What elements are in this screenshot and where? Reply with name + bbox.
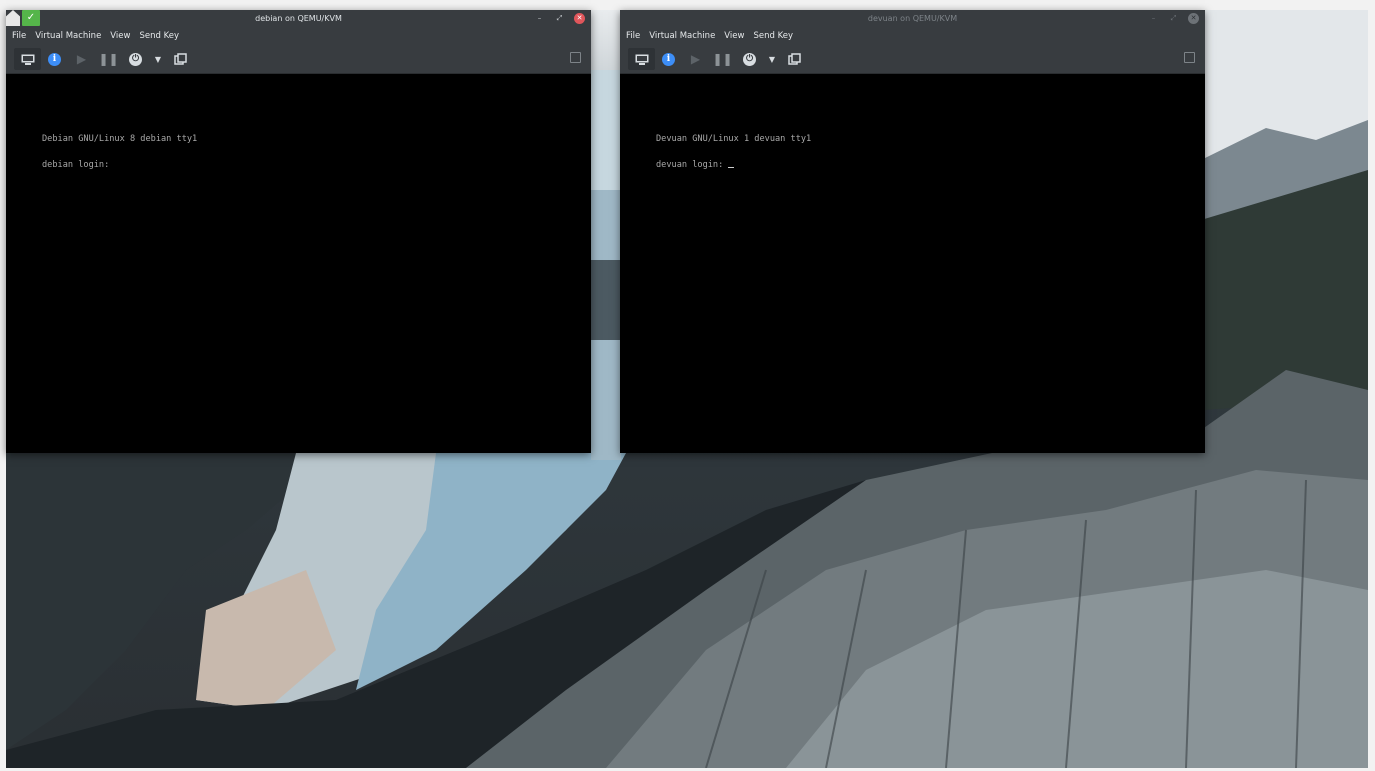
play-icon[interactable]: ▶ xyxy=(68,48,95,70)
console-line: devuan login: xyxy=(656,160,735,170)
play-icon[interactable]: ▶ xyxy=(682,48,709,70)
monitor-icon[interactable] xyxy=(14,48,41,70)
fullscreen-icon[interactable] xyxy=(570,52,581,63)
toolbar: i ▶ ❚❚ ⏻ ▼ xyxy=(620,45,1205,74)
menubar: File Virtual Machine View Send Key xyxy=(620,28,1205,45)
power-icon[interactable]: ⏻ xyxy=(736,48,763,70)
minimize-icon[interactable]: – xyxy=(1148,13,1159,24)
menu-view[interactable]: View xyxy=(724,28,744,45)
menu-send-key[interactable]: Send Key xyxy=(139,28,179,45)
menu-send-key[interactable]: Send Key xyxy=(753,28,793,45)
vm-console[interactable]: Devuan GNU/Linux 1 devuan tty1 devuan lo… xyxy=(620,74,1205,453)
chevron-down-icon[interactable]: ▼ xyxy=(149,48,167,70)
menu-virtual-machine[interactable]: Virtual Machine xyxy=(649,28,715,45)
window-controls: – ⤢ ✕ xyxy=(1148,13,1199,24)
menu-view[interactable]: View xyxy=(110,28,130,45)
close-icon[interactable]: ✕ xyxy=(1188,13,1199,24)
minimize-icon[interactable]: – xyxy=(534,13,545,24)
close-icon[interactable]: ✕ xyxy=(574,13,585,24)
fullscreen-icon[interactable] xyxy=(1184,52,1195,63)
vm-window-devuan: devuan on QEMU/KVM – ⤢ ✕ File Virtual Ma… xyxy=(620,10,1205,453)
info-icon[interactable]: i xyxy=(41,48,68,70)
console-line: debian login: xyxy=(42,160,110,170)
window-controls: – ⤢ ✕ xyxy=(534,13,585,24)
clone-icon[interactable] xyxy=(781,48,808,70)
info-icon[interactable]: i xyxy=(655,48,682,70)
menu-file[interactable]: File xyxy=(12,28,26,45)
menu-file[interactable]: File xyxy=(626,28,640,45)
vm-console[interactable]: Debian GNU/Linux 8 debian tty1 debian lo… xyxy=(6,74,591,453)
pause-icon[interactable]: ❚❚ xyxy=(95,48,122,70)
maximize-icon[interactable]: ⤢ xyxy=(554,13,565,24)
checkmark-icon: ✓ xyxy=(22,10,40,26)
window-title: devuan on QEMU/KVM xyxy=(867,14,958,23)
vm-window-debian: debian on QEMU/KVM – ⤢ ✕ File Virtual Ma… xyxy=(6,10,591,453)
clone-icon[interactable] xyxy=(167,48,194,70)
power-icon[interactable]: ⏻ xyxy=(122,48,149,70)
console-prompt: devuan login: xyxy=(656,160,729,170)
console-line: Devuan GNU/Linux 1 devuan tty1 xyxy=(656,134,812,144)
console-line: Debian GNU/Linux 8 debian tty1 xyxy=(42,134,198,144)
monitor-icon[interactable] xyxy=(628,48,655,70)
menubar: File Virtual Machine View Send Key xyxy=(6,28,591,45)
toolbar: i ▶ ❚❚ ⏻ ▼ xyxy=(6,45,591,74)
chevron-down-icon[interactable]: ▼ xyxy=(763,48,781,70)
pause-icon[interactable]: ❚❚ xyxy=(709,48,736,70)
text-cursor xyxy=(728,167,735,168)
window-titlebar[interactable]: devuan on QEMU/KVM – ⤢ ✕ xyxy=(620,10,1205,28)
window-title: debian on QEMU/KVM xyxy=(255,14,342,23)
maximize-icon[interactable]: ⤢ xyxy=(1168,13,1179,24)
window-titlebar[interactable]: debian on QEMU/KVM – ⤢ ✕ xyxy=(6,10,591,28)
menu-virtual-machine[interactable]: Virtual Machine xyxy=(35,28,101,45)
